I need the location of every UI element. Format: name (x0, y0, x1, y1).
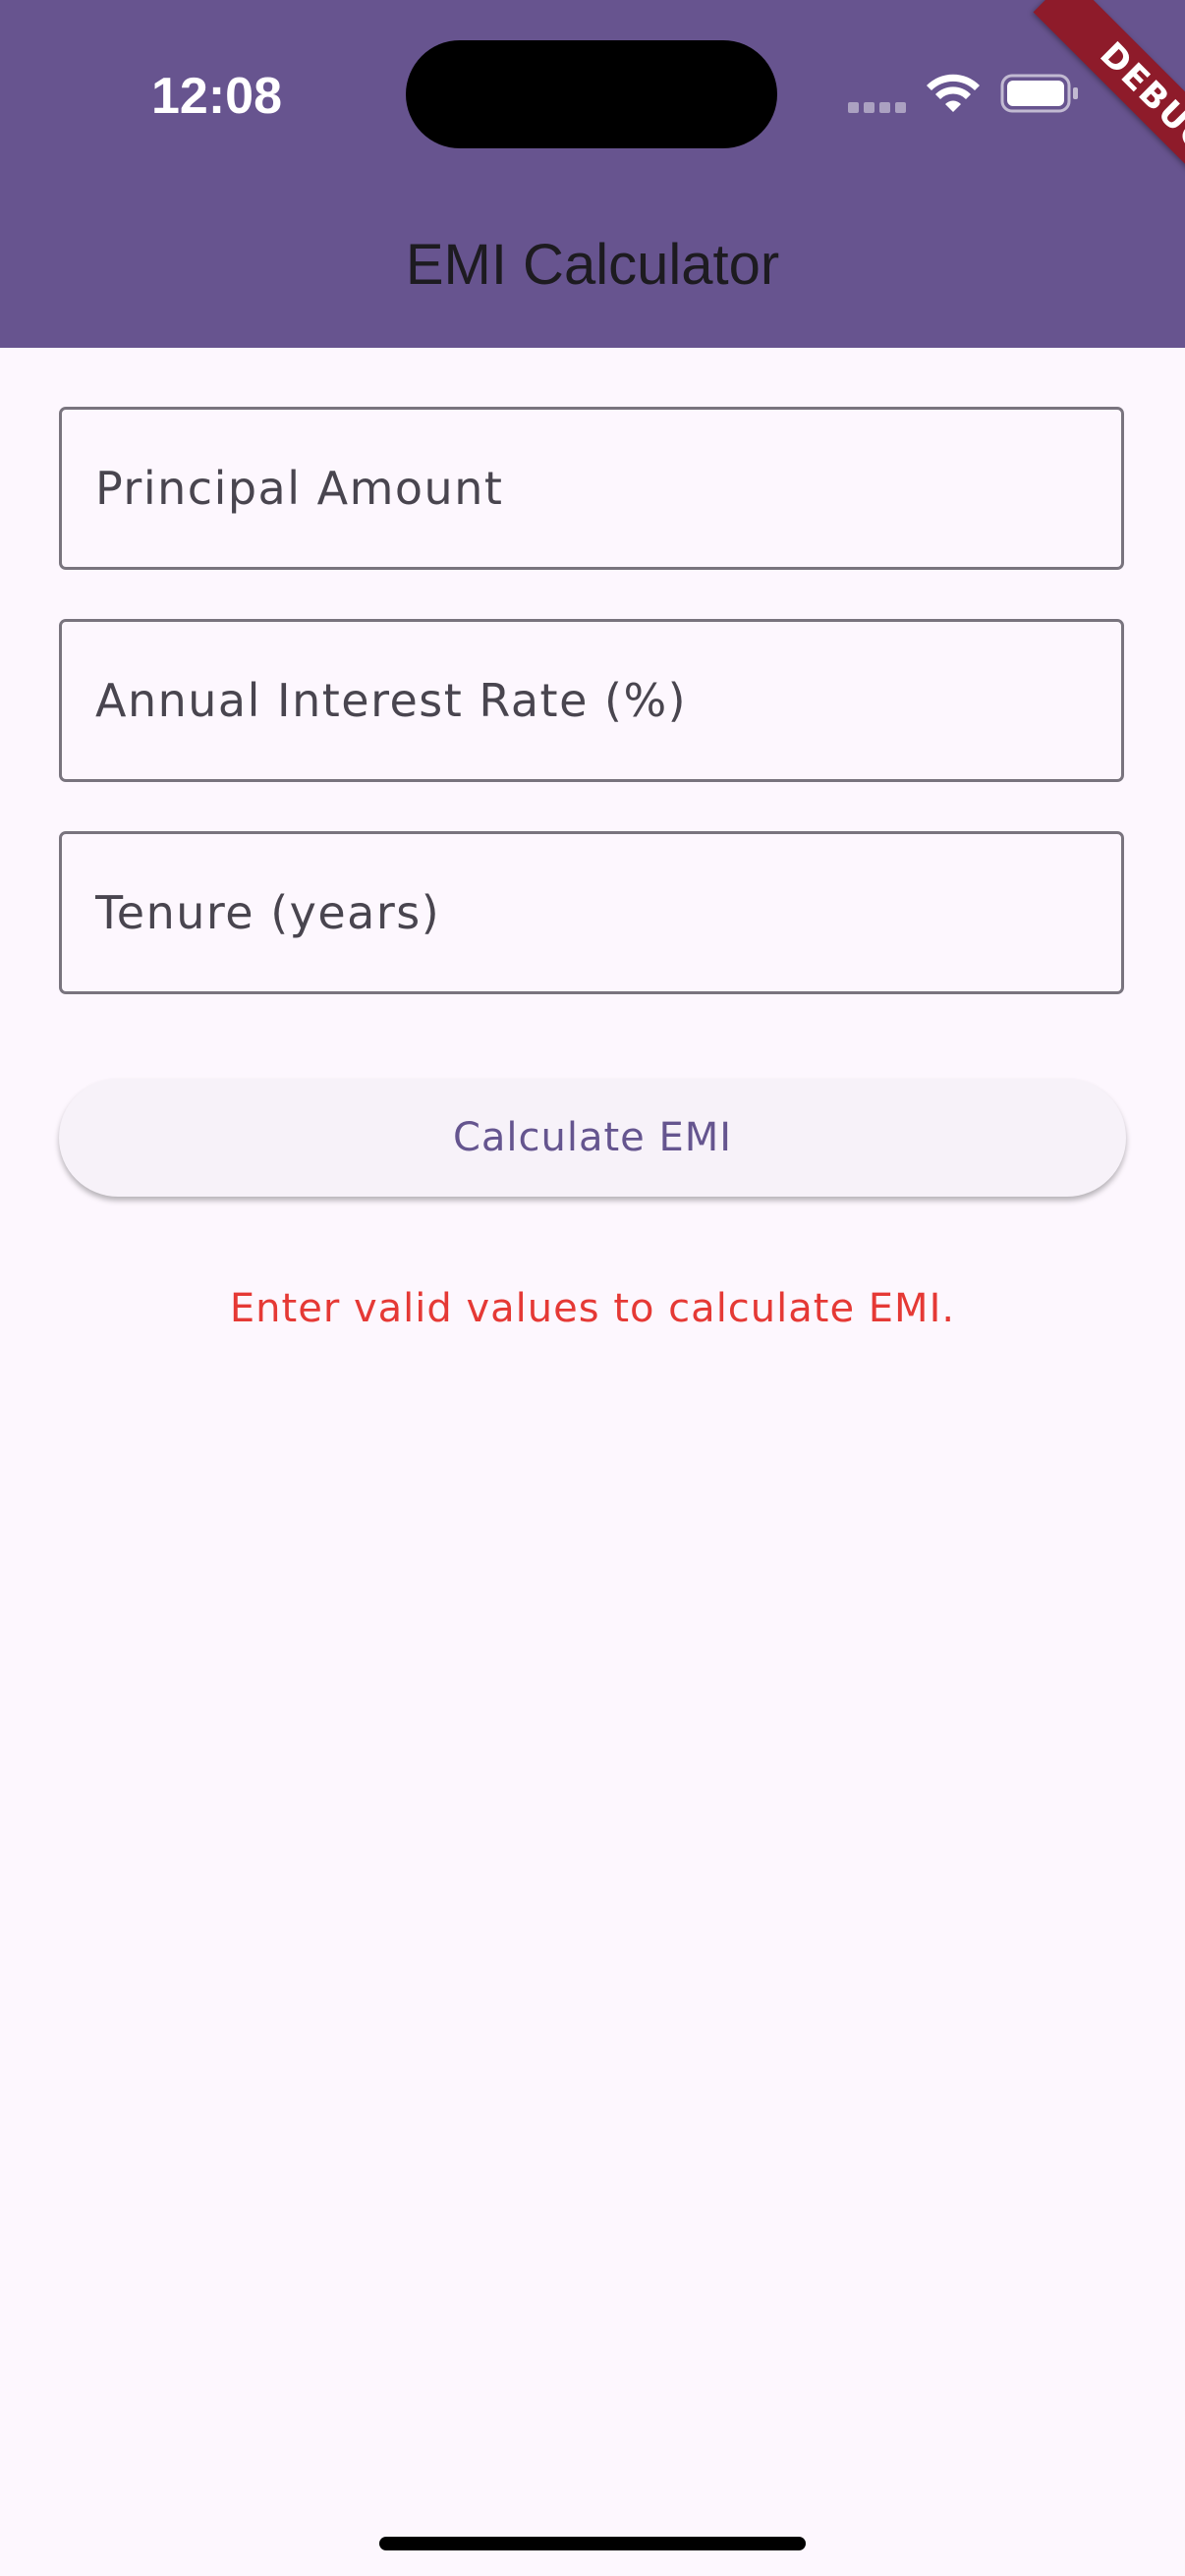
tenure-input[interactable] (95, 834, 1088, 991)
tenure-field[interactable] (59, 831, 1124, 994)
interest-rate-input[interactable] (95, 622, 1088, 779)
validation-message: Enter valid values to calculate EMI. (229, 1286, 956, 1331)
battery-icon (1000, 74, 1078, 113)
interest-rate-field[interactable] (59, 619, 1124, 782)
calculate-emi-button[interactable]: Calculate EMI (59, 1079, 1126, 1197)
signal-icon (848, 102, 907, 114)
page-title: EMI Calculator (405, 233, 780, 297)
principal-amount-field[interactable] (59, 407, 1124, 570)
principal-amount-input[interactable] (95, 410, 1088, 567)
wifi-icon (927, 74, 980, 112)
status-time: 12:08 (151, 68, 282, 125)
dynamic-island (406, 40, 777, 148)
home-indicator (379, 2537, 806, 2550)
